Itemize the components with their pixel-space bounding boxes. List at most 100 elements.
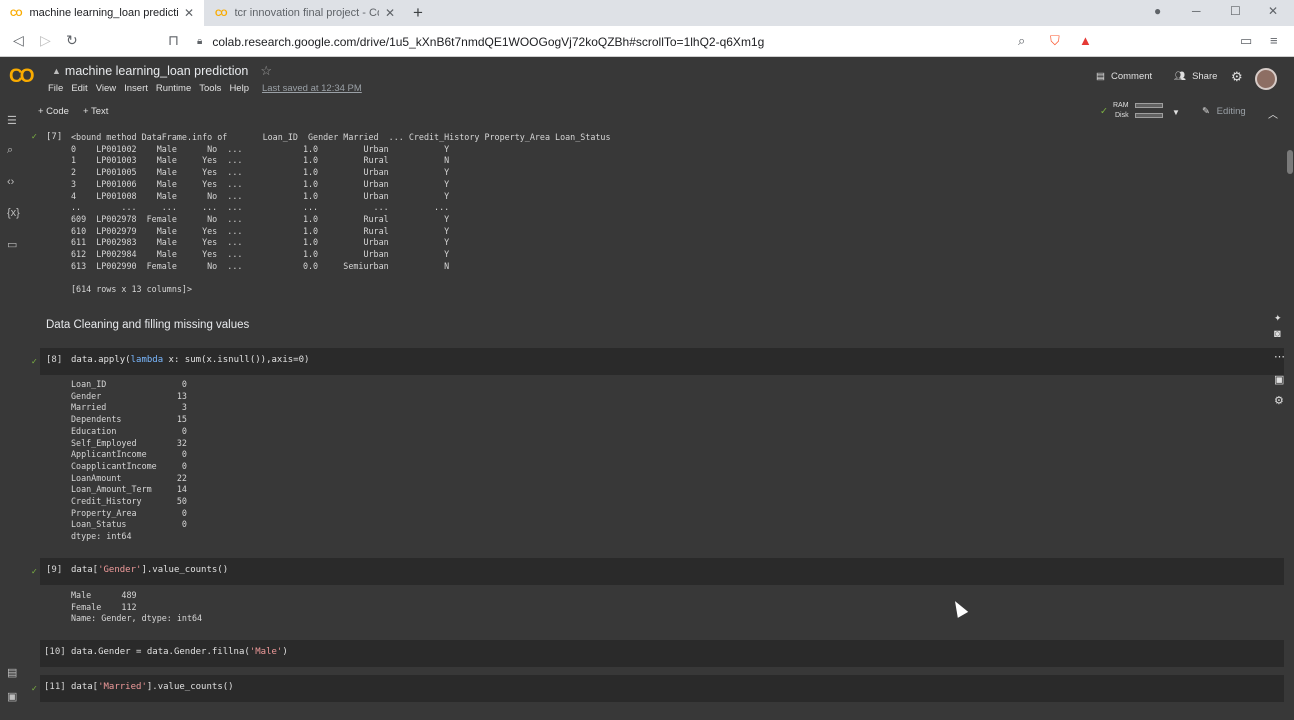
variables-icon[interactable]: {x} xyxy=(7,207,20,219)
menu-tools[interactable]: Tools xyxy=(199,83,221,94)
forward-icon[interactable]: ▷ xyxy=(40,32,51,49)
more-options-icon[interactable]: ⋯ xyxy=(1274,350,1285,363)
cell-exec-count: [8] xyxy=(46,355,63,365)
comment-label: Comment xyxy=(1110,71,1153,82)
code-part: data.apply( xyxy=(71,355,131,365)
star-icon[interactable]: ☆ xyxy=(260,63,272,79)
menu-insert[interactable]: Insert xyxy=(124,83,148,94)
runtime-dropdown-icon[interactable]: ▼ xyxy=(1172,108,1180,117)
code-snippets-icon[interactable]: ‹› xyxy=(7,176,14,188)
search-icon[interactable]: ⌕ xyxy=(7,144,13,157)
tab-inactive[interactable]: CO tcr innovation final project - Colabo… xyxy=(205,0,405,26)
scrollbar-thumb[interactable] xyxy=(1287,150,1293,174)
cell-7-exec-count: [7] xyxy=(46,132,63,142)
notebook-title[interactable]: ▲ machine learning_loan prediction ☆ xyxy=(52,63,272,79)
add-code-button[interactable]: + Code xyxy=(38,106,69,117)
run-success-check-icon: ✓ xyxy=(31,684,38,693)
menu-view[interactable]: View xyxy=(96,83,116,94)
url-text: colab.research.google.com/drive/1u5_kXnB… xyxy=(212,34,765,49)
profile-menu-icon[interactable]: ● xyxy=(1154,4,1161,18)
colab-header: CO ▲ machine learning_loan prediction ☆ … xyxy=(0,57,1294,100)
code-part: data.Gender = data.Gender.fillna( xyxy=(71,647,250,657)
collapse-header-icon[interactable]: ︿ xyxy=(1268,106,1278,121)
comment-icon: ▤ xyxy=(1096,71,1105,82)
browser-menu-icon[interactable]: ≡ xyxy=(1270,33,1278,48)
run-success-check-icon: ✓ xyxy=(31,357,38,366)
code-part: ].value_counts() xyxy=(146,682,234,692)
cell-settings-icon[interactable]: ⚙ xyxy=(1274,394,1284,407)
camera-icon[interactable]: ◙ xyxy=(1274,328,1281,340)
brave-rewards-icon[interactable]: ▲ xyxy=(1079,33,1092,48)
cell-code[interactable]: data['Married'].value_counts() xyxy=(71,682,234,692)
code-cell-10[interactable]: [10] data.Gender = data.Gender.fillna('M… xyxy=(40,640,1284,667)
tab-title: machine learning_loan prediction xyxy=(29,7,178,19)
ram-label: RAM xyxy=(1113,102,1129,109)
menu-help[interactable]: Help xyxy=(229,83,249,94)
bookmark-icon[interactable]: ⊓ xyxy=(168,32,179,49)
move-cell-up-icon[interactable]: ✦ xyxy=(1274,313,1282,324)
scrollbar-track[interactable] xyxy=(1285,124,1294,720)
editing-mode-button[interactable]: ✎ Editing xyxy=(1202,106,1246,117)
notebook-toolbar: + Code + Text ✓ RAM Disk ▼ ✎ Editing ︿ xyxy=(0,100,1294,124)
wallet-icon[interactable]: ▭ xyxy=(1240,33,1252,49)
terminal-icon[interactable]: ▣ xyxy=(7,690,17,703)
minimize-icon[interactable]: ─ xyxy=(1192,4,1201,18)
tab-active[interactable]: CO machine learning_loan prediction ✕ xyxy=(0,0,204,26)
new-tab-icon[interactable]: + xyxy=(413,3,423,23)
code-part: ) xyxy=(282,647,288,657)
cell-exec-count: [11] xyxy=(44,682,66,692)
tab-title: tcr innovation final project - Colabora xyxy=(234,7,379,19)
left-sidebar-rail: ☰ ⌕ ‹› {x} ▭ ▤ ▣ xyxy=(0,100,28,720)
cell-code[interactable]: data['Gender'].value_counts() xyxy=(71,565,228,575)
menu-edit[interactable]: Edit xyxy=(71,83,87,94)
brave-shield-icon[interactable]: ⛉ xyxy=(1050,33,1060,49)
reload-icon[interactable]: ↻ xyxy=(66,32,78,49)
command-palette-icon[interactable]: ▤ xyxy=(7,666,17,679)
window-close-icon[interactable]: ✕ xyxy=(1268,4,1278,18)
notebook-content: ✓ [7] <bound method DataFrame.info of Lo… xyxy=(28,124,1284,720)
url-field[interactable]: 🔒︎ colab.research.google.com/drive/1u5_k… xyxy=(197,31,1037,52)
ram-bar xyxy=(1135,103,1163,108)
last-saved-link[interactable]: Last saved at 12:34 PM xyxy=(262,83,362,94)
cell-8-output: Loan_ID 0 Gender 13 Married 3 Dependents… xyxy=(71,379,187,542)
menu-runtime[interactable]: Runtime xyxy=(156,83,191,94)
code-string: 'Gender' xyxy=(98,565,142,575)
menu-file[interactable]: File xyxy=(48,83,63,94)
maximize-icon[interactable]: ☐ xyxy=(1230,4,1241,18)
comment-button[interactable]: ▤ Comment xyxy=(1096,71,1152,82)
colab-logo-icon: CO xyxy=(10,8,22,18)
mirror-cell-icon[interactable]: ▣ xyxy=(1274,373,1284,386)
back-icon[interactable]: ◁ xyxy=(13,32,24,49)
files-folder-icon[interactable]: ▭ xyxy=(7,238,17,251)
cell-9-output: Male 489 Female 112 Name: Gender, dtype:… xyxy=(71,590,203,624)
code-part: ].value_counts() xyxy=(141,565,229,575)
settings-gear-icon[interactable]: ⚙ xyxy=(1231,69,1243,85)
close-icon[interactable]: ✕ xyxy=(184,6,194,20)
share-label: Share xyxy=(1192,71,1218,82)
cell-code[interactable]: data.apply(lambda x: sum(x.isnull()),axi… xyxy=(71,355,309,365)
menu-bar: File Edit View Insert Runtime Tools Help… xyxy=(48,83,370,94)
colab-logo[interactable]: CO xyxy=(9,66,34,88)
disk-label: Disk xyxy=(1115,112,1129,119)
code-cell-8[interactable]: [8] data.apply(lambda x: sum(x.isnull())… xyxy=(40,348,1284,375)
code-part: data[ xyxy=(71,565,99,575)
code-part: x: sum(x.isnull()),axis=0) xyxy=(163,355,310,365)
notebook-title-text: machine learning_loan prediction xyxy=(64,64,249,78)
share-people-icon: 👥︎ xyxy=(1174,71,1187,82)
disk-bar xyxy=(1135,113,1163,118)
close-icon[interactable]: ✕ xyxy=(385,6,395,20)
code-cell-11[interactable]: [11] data['Married'].value_counts() xyxy=(40,675,1284,702)
add-text-button[interactable]: + Text xyxy=(83,106,108,117)
code-string: 'Married' xyxy=(98,682,147,692)
table-of-contents-icon[interactable]: ☰ xyxy=(7,114,17,127)
editing-label: Editing xyxy=(1216,106,1246,117)
avatar[interactable] xyxy=(1255,68,1277,90)
zoom-icon[interactable]: ⌕ xyxy=(1018,33,1025,49)
share-button[interactable]: 👥︎ Share xyxy=(1174,71,1217,82)
code-keyword: lambda xyxy=(130,355,164,365)
run-success-check-icon: ✓ xyxy=(31,132,38,141)
drive-icon: ▲ xyxy=(52,66,61,76)
connected-check-icon: ✓ xyxy=(1100,106,1108,117)
code-cell-9[interactable]: [9] data['Gender'].value_counts() xyxy=(40,558,1284,585)
cell-code[interactable]: data.Gender = data.Gender.fillna('Male') xyxy=(71,647,288,657)
